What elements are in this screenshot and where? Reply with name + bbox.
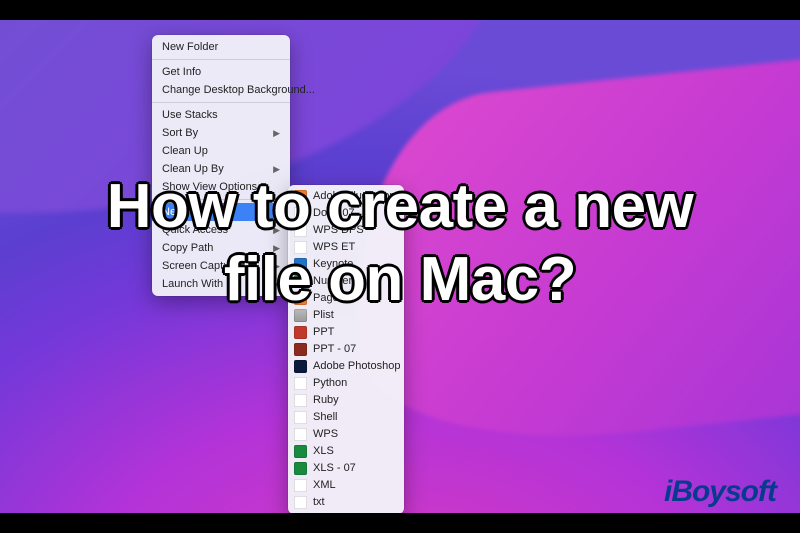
file-type-icon <box>294 360 307 373</box>
submenu-item-ruby[interactable]: Ruby <box>288 392 404 409</box>
submenu-item-label: WPS ET <box>313 240 355 255</box>
menu-item-screen-capture[interactable]: Screen Capture ▶ <box>152 257 290 275</box>
submenu-item-wps-dps[interactable]: WPS DPS <box>288 222 404 239</box>
file-type-icon <box>294 394 307 407</box>
menu-item-copy-path[interactable]: Copy Path ▶ <box>152 239 290 257</box>
menu-item-clean-up-by[interactable]: Clean Up By ▶ <box>152 160 290 178</box>
file-type-icon <box>294 377 307 390</box>
file-type-icon <box>294 207 307 220</box>
submenu-item-python[interactable]: Python <box>288 375 404 392</box>
menu-item-launch-with[interactable]: Launch With ▶ <box>152 275 290 293</box>
submenu-item-adobe-illustrator[interactable]: Adobe Illustrator <box>288 188 404 205</box>
chevron-right-icon: ▶ <box>273 126 280 140</box>
submenu-item-label: Pages <box>313 291 344 306</box>
chevron-right-icon: ▶ <box>273 223 280 237</box>
submenu-item-wps[interactable]: WPS <box>288 426 404 443</box>
submenu-item-label: Numbers <box>313 274 358 289</box>
file-type-icon <box>294 479 307 492</box>
submenu-item-label: Adobe Illustrator <box>313 189 393 204</box>
menu-item-label: Launch With <box>162 277 223 291</box>
submenu-item-pages[interactable]: Pages <box>288 290 404 307</box>
menu-item-new-file[interactable]: New File ▶ <box>152 203 290 221</box>
letterbox-bottom <box>0 513 800 533</box>
file-type-icon <box>294 258 307 271</box>
watermark-logo: iBoysoft <box>664 475 776 509</box>
menu-item-label: Show View Options <box>162 180 257 194</box>
menu-item-change-desktop-background[interactable]: Change Desktop Background... <box>152 81 290 99</box>
submenu-item-label: Adobe Photoshop <box>313 359 400 374</box>
submenu-item-txt[interactable]: txt <box>288 494 404 511</box>
submenu-item-label: PPT - 07 <box>313 342 356 357</box>
submenu-item-ppt-07[interactable]: PPT - 07 <box>288 341 404 358</box>
menu-item-sort-by[interactable]: Sort By ▶ <box>152 124 290 142</box>
menu-item-label: Copy Path <box>162 241 213 255</box>
menu-item-label: New File <box>162 205 205 219</box>
menu-item-label: Screen Capture <box>162 259 239 273</box>
submenu-item-label: XLS - 07 <box>313 461 356 476</box>
chevron-right-icon: ▶ <box>273 259 280 273</box>
chevron-right-icon: ▶ <box>273 205 280 219</box>
file-type-icon <box>294 190 307 203</box>
menu-item-label: New Folder <box>162 40 218 54</box>
file-type-icon <box>294 496 307 509</box>
letterbox-top <box>0 0 800 20</box>
submenu-item-label: WPS DPS <box>313 223 364 238</box>
menu-item-use-stacks[interactable]: Use Stacks <box>152 106 290 124</box>
submenu-item-shell[interactable]: Shell <box>288 409 404 426</box>
submenu-item-label: WPS <box>313 427 338 442</box>
file-type-icon <box>294 462 307 475</box>
menu-item-label: Quick Access <box>162 223 228 237</box>
submenu-item-label: Shell <box>313 410 337 425</box>
submenu-item-label: Doc - 07 <box>313 206 355 221</box>
submenu-item-label: Ruby <box>313 393 339 408</box>
file-type-icon <box>294 241 307 254</box>
submenu-item-label: Keynote <box>313 257 353 272</box>
file-type-icon <box>294 343 307 356</box>
submenu-item-plist[interactable]: Plist <box>288 307 404 324</box>
new-file-submenu: Adobe Illustrator Doc - 07 WPS DPS WPS ET Ke… <box>288 185 404 514</box>
menu-item-show-view-options[interactable]: Show View Options <box>152 178 290 196</box>
file-type-icon <box>294 445 307 458</box>
submenu-item-wps-et[interactable]: WPS ET <box>288 239 404 256</box>
chevron-right-icon: ▶ <box>273 277 280 291</box>
submenu-item-label: PPT <box>313 325 334 340</box>
menu-separator <box>152 59 290 60</box>
menu-item-label: Clean Up By <box>162 162 224 176</box>
submenu-item-label: Python <box>313 376 347 391</box>
menu-item-quick-access[interactable]: Quick Access ▶ <box>152 221 290 239</box>
menu-item-label: Change Desktop Background... <box>162 83 315 97</box>
menu-item-label: Use Stacks <box>162 108 218 122</box>
submenu-item-ppt[interactable]: PPT <box>288 324 404 341</box>
menu-item-get-info[interactable]: Get Info <box>152 63 290 81</box>
menu-separator <box>152 102 290 103</box>
submenu-item-label: txt <box>313 495 325 510</box>
submenu-item-adobe-photoshop[interactable]: Adobe Photoshop <box>288 358 404 375</box>
submenu-item-numbers[interactable]: Numbers <box>288 273 404 290</box>
menu-item-new-folder[interactable]: New Folder <box>152 38 290 56</box>
file-type-icon <box>294 224 307 237</box>
desktop-context-menu: New Folder Get Info Change Desktop Backgro… <box>152 35 290 296</box>
submenu-item-xls-07[interactable]: XLS - 07 <box>288 460 404 477</box>
submenu-item-label: XML <box>313 478 336 493</box>
file-type-icon <box>294 326 307 339</box>
file-type-icon <box>294 309 307 322</box>
file-type-icon <box>294 428 307 441</box>
menu-item-label: Clean Up <box>162 144 208 158</box>
submenu-item-keynote[interactable]: Keynote <box>288 256 404 273</box>
menu-item-label: Get Info <box>162 65 201 79</box>
chevron-right-icon: ▶ <box>273 241 280 255</box>
submenu-item-doc-07[interactable]: Doc - 07 <box>288 205 404 222</box>
submenu-item-xml[interactable]: XML <box>288 477 404 494</box>
file-type-icon <box>294 275 307 288</box>
file-type-icon <box>294 292 307 305</box>
menu-item-label: Sort By <box>162 126 198 140</box>
menu-item-clean-up[interactable]: Clean Up <box>152 142 290 160</box>
file-type-icon <box>294 411 307 424</box>
chevron-right-icon: ▶ <box>273 162 280 176</box>
submenu-item-xls[interactable]: XLS <box>288 443 404 460</box>
submenu-item-label: XLS <box>313 444 334 459</box>
submenu-item-label: Plist <box>313 308 334 323</box>
menu-separator <box>152 199 290 200</box>
